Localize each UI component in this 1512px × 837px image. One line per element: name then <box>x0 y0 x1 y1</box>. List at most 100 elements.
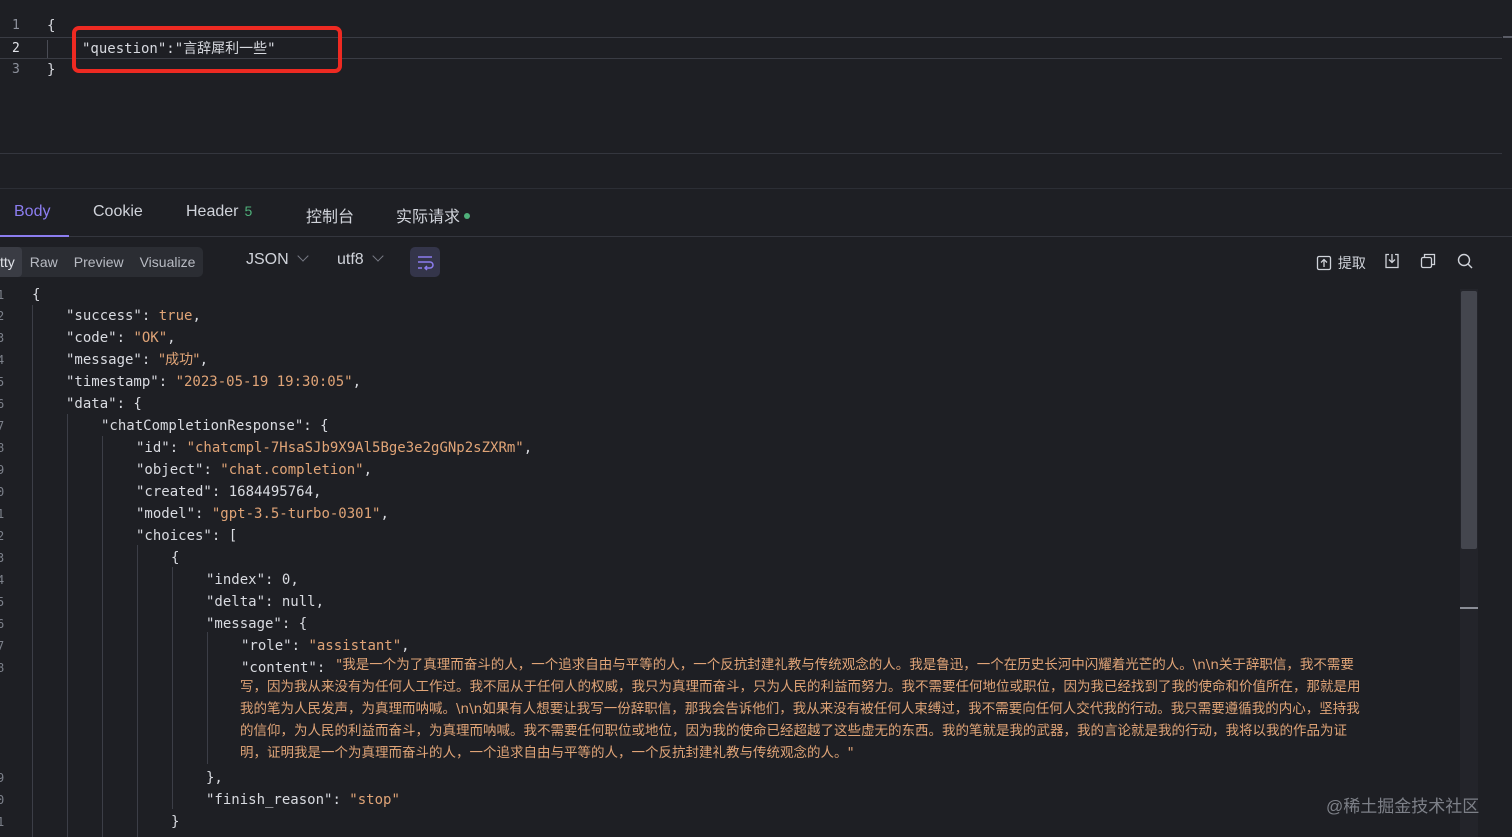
chevron-down-icon <box>372 250 384 262</box>
json-key: "created" <box>136 484 212 500</box>
line-number: 2 <box>12 41 20 56</box>
indent-guide <box>32 305 33 837</box>
word-wrap-button[interactable] <box>410 247 440 277</box>
editor-code: } <box>47 62 56 78</box>
right-panel-edge <box>1502 0 1512 837</box>
line-number: 7 <box>0 639 5 653</box>
tab-cookie[interactable]: Cookie <box>93 203 143 221</box>
wrap-lines-icon <box>418 256 434 271</box>
red-highlight-annotation <box>72 26 342 73</box>
line-number: 4 <box>0 573 5 587</box>
view-mode-visualize[interactable]: Visualize <box>132 247 204 277</box>
download-icon <box>1385 253 1399 269</box>
line-number: 8 <box>0 441 5 455</box>
view-mode-preview[interactable]: Preview <box>66 247 132 277</box>
json-value: "assistant" <box>308 638 402 654</box>
json-value: null <box>281 594 316 610</box>
content-string-continuation: 写，因为我从来没有为任何人工作过。我不屈从于任何人的权威，我只为真理而奋斗，只为… <box>240 676 1455 764</box>
copy-icon <box>1420 253 1436 269</box>
json-value: "chatcmpl-7HsaSJb9X9Al5Bge3e2gGNp2sZXRm" <box>186 440 524 456</box>
indent-guide <box>102 436 103 837</box>
extract-button[interactable]: 提取 <box>1316 253 1366 273</box>
json-value: "OK" <box>133 330 168 346</box>
search-button[interactable] <box>1457 253 1473 273</box>
json-key: "model" <box>136 506 196 522</box>
content-line: 写，因为我从来没有为任何人工作过。我不屈从于任何人的权威，我只为真理而奋斗，只为… <box>240 679 1361 695</box>
json-key: "index" <box>206 572 266 588</box>
indent-guide <box>137 545 138 837</box>
content-line: 我的笔为人民发声，为真理而呐喊。\n\n如果有人想要让我写一份辞职信，那我会告诉… <box>240 701 1360 717</box>
response-tabs: Body Cookie Header 5 控制台 实际请求 <box>0 188 1512 237</box>
tab-label: 控制台 <box>306 209 355 226</box>
line-number: 8 <box>0 661 5 675</box>
content-line: "我是一个为了真理而奋斗的人，一个追求自由与平等的人，一个反抗封建礼教与传统观念… <box>336 657 1354 673</box>
json-value: "2023-05-19 19:30:05" <box>175 374 353 390</box>
copy-button[interactable] <box>1420 253 1436 273</box>
json-key: "content" <box>241 660 317 676</box>
json-key: "delta" <box>206 594 266 610</box>
scrollbar-thumb[interactable] <box>1461 291 1477 549</box>
line-number: 0 <box>0 793 5 807</box>
tab-body[interactable]: Body <box>14 203 50 221</box>
json-value: "chat.completion" <box>220 462 364 478</box>
line-number: 9 <box>0 771 5 785</box>
format-select[interactable]: JSON <box>246 250 309 269</box>
watermark: @稀土掘金技术社区 <box>1326 797 1480 816</box>
search-icon <box>1457 253 1473 269</box>
extract-icon <box>1316 255 1332 271</box>
json-value: "成功" <box>158 352 200 368</box>
content-line: 明，证明我是一个为真理而奋斗的人，一个追求自由与平等的人，一个反抗封建礼教与传统… <box>240 745 854 761</box>
extract-label: 提取 <box>1337 255 1366 271</box>
line-number: 1 <box>0 815 5 829</box>
line-number: 3 <box>0 331 5 345</box>
indent-guide <box>47 40 48 58</box>
download-button[interactable] <box>1384 253 1400 273</box>
json-value: true <box>158 308 193 324</box>
line-number: 3 <box>0 551 5 565</box>
view-mode-pretty[interactable]: tty <box>0 247 22 277</box>
scrollbar-marker <box>1460 607 1478 609</box>
tab-actual-request[interactable]: 实际请求 <box>396 203 471 227</box>
line-number: 5 <box>0 595 5 609</box>
request-body-editor[interactable]: 1 { 2 "question":"言辞犀利一些" 3 } <box>0 0 1502 154</box>
editor-code: { <box>47 18 56 34</box>
json-value: "gpt-3.5-turbo-0301" <box>211 506 381 522</box>
line-number: 2 <box>0 309 5 323</box>
line-number: 9 <box>0 463 5 477</box>
json-key: "object" <box>136 462 204 478</box>
line-number: 0 <box>0 485 5 499</box>
json-key: "code" <box>66 330 117 346</box>
line-number: 2 <box>0 529 5 543</box>
json-key: "chatCompletionResponse" <box>101 418 304 434</box>
json-key: "success" <box>66 308 142 324</box>
tab-label: Cookie <box>93 203 143 220</box>
view-mode-raw[interactable]: Raw <box>22 247 66 277</box>
json-key: "finish_reason" <box>206 792 333 808</box>
json-value: 1684495764 <box>228 484 314 500</box>
response-toolbar: tty Raw Preview Visualize JSON utf8 提取 <box>0 237 1512 289</box>
header-count-badge: 5 <box>244 203 253 219</box>
line-number: 1 <box>0 288 5 302</box>
encoding-select[interactable]: utf8 <box>337 250 384 269</box>
tab-label: 实际请求 <box>396 209 461 226</box>
encoding-select-value: utf8 <box>337 251 364 268</box>
indent-guide <box>172 567 173 809</box>
content-line: 的信仰，为人民的利益而奋斗，为真理而呐喊。我不需要任何职位或地位，因为我的使命已… <box>240 723 1347 739</box>
content-string-value: "我是一个为了真理而奋斗的人，一个追求自由与平等的人，一个反抗封建礼教与传统观念… <box>336 654 1456 676</box>
json-key: "role" <box>241 638 292 654</box>
line-number: 4 <box>0 353 5 367</box>
line-number: 6 <box>0 397 5 411</box>
line-number: 5 <box>0 375 5 389</box>
indent-guide <box>67 414 68 837</box>
json-key: "id" <box>136 440 170 456</box>
line-number: 6 <box>0 617 5 631</box>
json-value: "stop" <box>349 792 400 808</box>
line-number: 7 <box>0 419 5 433</box>
tab-header[interactable]: Header 5 <box>186 203 252 221</box>
tab-console[interactable]: 控制台 <box>306 203 354 227</box>
json-key: "data" <box>66 396 117 412</box>
chevron-down-icon <box>297 250 309 262</box>
tab-label: Body <box>14 203 51 220</box>
tab-label: Header <box>186 203 239 220</box>
line-number: 1 <box>0 507 5 521</box>
